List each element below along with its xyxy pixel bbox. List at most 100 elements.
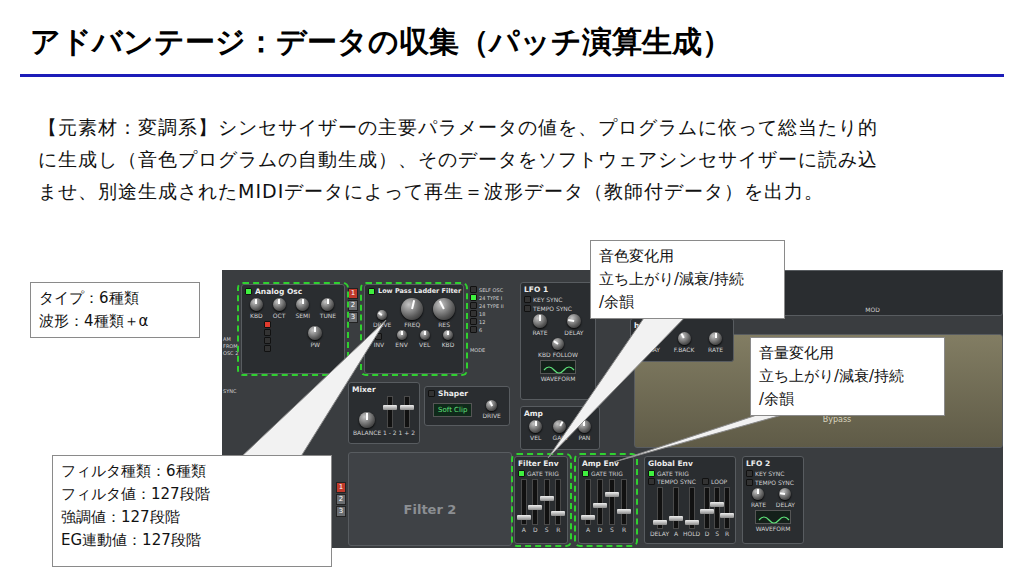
slot-button[interactable]: 1 <box>348 288 358 299</box>
slider-handle[interactable] <box>593 503 607 508</box>
led-indicator[interactable] <box>264 329 271 336</box>
slider-handle[interactable] <box>400 405 414 410</box>
option-toggle[interactable]: TEMPO SYNC <box>524 305 592 312</box>
slider-handle[interactable] <box>581 515 595 520</box>
mode-option[interactable]: SELF OSC <box>470 286 516 293</box>
mode-option[interactable]: 18 <box>470 310 516 317</box>
slider-track[interactable] <box>621 479 627 525</box>
led-indicator[interactable] <box>524 305 531 312</box>
slider-handle[interactable] <box>720 513 734 518</box>
slot-button[interactable]: 1 <box>336 482 346 493</box>
option-toggle[interactable]: KEY SYNC <box>746 470 800 477</box>
slider-handle[interactable] <box>685 520 699 525</box>
slider-track[interactable] <box>714 487 720 529</box>
option-toggle[interactable]: GATE TRIG <box>582 470 630 477</box>
led-indicator[interactable] <box>470 326 477 333</box>
module-title: Analog Osc <box>255 287 302 296</box>
slider-track[interactable] <box>689 487 695 529</box>
slider-handle[interactable] <box>710 502 724 507</box>
option-toggle[interactable]: GATE TRIG <box>648 470 689 477</box>
slider-handle[interactable] <box>383 405 397 410</box>
knob[interactable] <box>709 332 722 345</box>
led-indicator[interactable] <box>524 296 531 303</box>
knob[interactable] <box>359 412 375 428</box>
slot-button[interactable]: 2 <box>348 300 358 311</box>
knob[interactable] <box>752 488 764 500</box>
knob[interactable] <box>529 420 542 433</box>
slider-handle[interactable] <box>617 509 631 514</box>
slider-handle[interactable] <box>653 520 667 525</box>
knob[interactable] <box>273 298 286 311</box>
slot-button[interactable]: 3 <box>348 312 358 323</box>
slider-handle[interactable] <box>540 496 554 501</box>
slider-handle[interactable] <box>605 492 619 497</box>
knob[interactable] <box>486 400 497 411</box>
mode-option[interactable]: 12 <box>470 318 516 325</box>
slider-track[interactable] <box>673 487 679 529</box>
slider-track[interactable] <box>387 396 393 428</box>
led-indicator[interactable] <box>518 470 525 477</box>
led-indicator[interactable] <box>470 318 477 325</box>
slider-handle[interactable] <box>528 505 542 510</box>
led-indicator[interactable] <box>245 288 252 295</box>
knob[interactable] <box>420 330 430 340</box>
led-indicator[interactable] <box>264 321 271 328</box>
slider-track[interactable] <box>404 396 410 428</box>
knob[interactable] <box>377 310 387 320</box>
option-toggle[interactable]: GATE TRIG <box>518 470 564 477</box>
led-indicator[interactable] <box>648 478 655 485</box>
led-indicator[interactable] <box>746 479 753 486</box>
slider-track[interactable] <box>555 479 561 525</box>
led-indicator[interactable] <box>264 345 271 352</box>
slot-button[interactable]: 3 <box>336 506 346 517</box>
knob[interactable] <box>567 314 581 328</box>
knob[interactable] <box>553 420 566 433</box>
knob[interactable] <box>296 298 309 311</box>
led-indicator[interactable] <box>470 302 477 309</box>
mode-option[interactable]: 6 <box>470 326 516 333</box>
slider-track[interactable] <box>657 487 663 529</box>
knob[interactable] <box>443 330 453 340</box>
knob[interactable] <box>308 326 322 340</box>
knob[interactable] <box>397 330 407 340</box>
knob-indicator <box>568 319 574 322</box>
slider-track[interactable] <box>704 487 710 529</box>
slider-track[interactable] <box>521 479 527 525</box>
slider-track[interactable] <box>544 479 550 525</box>
knob[interactable] <box>533 314 547 328</box>
led-indicator[interactable] <box>470 310 477 317</box>
slider-track[interactable] <box>597 479 603 525</box>
option-toggle[interactable]: LOOP <box>702 478 727 485</box>
slider-track[interactable] <box>585 479 591 525</box>
slider-handle[interactable] <box>700 509 714 514</box>
led-indicator[interactable] <box>702 478 709 485</box>
knob[interactable] <box>433 298 455 320</box>
option-toggle[interactable]: TEMPO SYNC <box>648 478 696 485</box>
led-indicator[interactable] <box>368 288 375 295</box>
knob[interactable] <box>250 298 263 311</box>
slider-track[interactable] <box>724 487 730 529</box>
led-indicator[interactable] <box>470 294 477 301</box>
slider-handle[interactable] <box>669 516 683 521</box>
led-indicator[interactable] <box>648 470 655 477</box>
led-indicator[interactable] <box>582 470 589 477</box>
slider-handle[interactable] <box>517 515 531 520</box>
knob[interactable] <box>552 338 564 350</box>
slider-track[interactable] <box>532 479 538 525</box>
knob[interactable] <box>779 488 791 500</box>
knob[interactable] <box>678 332 691 345</box>
slider-handle[interactable] <box>551 511 565 516</box>
led-indicator[interactable] <box>470 286 477 293</box>
mode-option[interactable]: 24 TYPE II <box>470 302 516 309</box>
led-indicator[interactable] <box>746 470 753 477</box>
slot-button[interactable]: 2 <box>336 494 346 505</box>
knob[interactable] <box>321 298 334 311</box>
shaper-mode[interactable]: Soft Clip <box>433 403 472 417</box>
knob[interactable] <box>401 298 423 320</box>
mode-option[interactable]: 24 TYPE I <box>470 294 516 301</box>
option-toggle[interactable]: KEY SYNC <box>524 296 592 303</box>
led-indicator[interactable] <box>264 337 271 344</box>
slider-track[interactable] <box>609 479 615 525</box>
led-indicator[interactable] <box>428 390 435 397</box>
option-toggle[interactable]: TEMPO SYNC <box>746 479 800 486</box>
